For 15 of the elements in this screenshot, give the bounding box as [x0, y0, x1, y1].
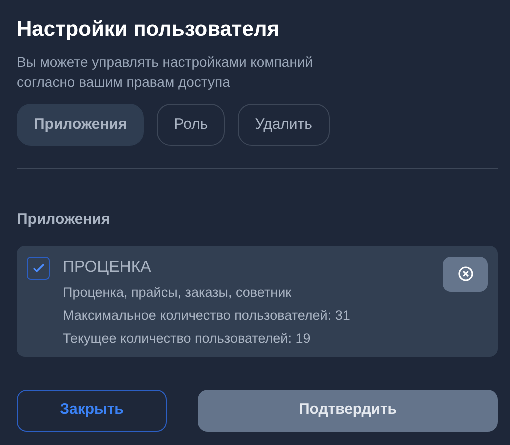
app-detail: Максимальное количество пользователей: 31 [63, 306, 350, 324]
close-button[interactable]: Закрыть [17, 390, 167, 432]
section-title: Приложения [17, 210, 112, 230]
app-name: ПРОЦЕНКА [63, 258, 152, 278]
app-detail: Проценка, прайсы, заказы, советник [63, 284, 293, 302]
tab[interactable]: Удалить [238, 104, 330, 146]
check-icon [32, 261, 46, 275]
close-icon [458, 266, 474, 282]
remove-button[interactable] [443, 256, 488, 292]
tab[interactable]: Приложения [17, 104, 144, 146]
dialog-title: Настройки пользователя [17, 17, 280, 43]
tab[interactable]: Роль [157, 104, 226, 146]
dialog-description: Вы можете управлять настройками компаний согласно вашим правам доступа [17, 53, 314, 92]
checkbox[interactable] [27, 256, 50, 280]
app-detail: Текущее количество пользователей: 19 [63, 330, 312, 348]
